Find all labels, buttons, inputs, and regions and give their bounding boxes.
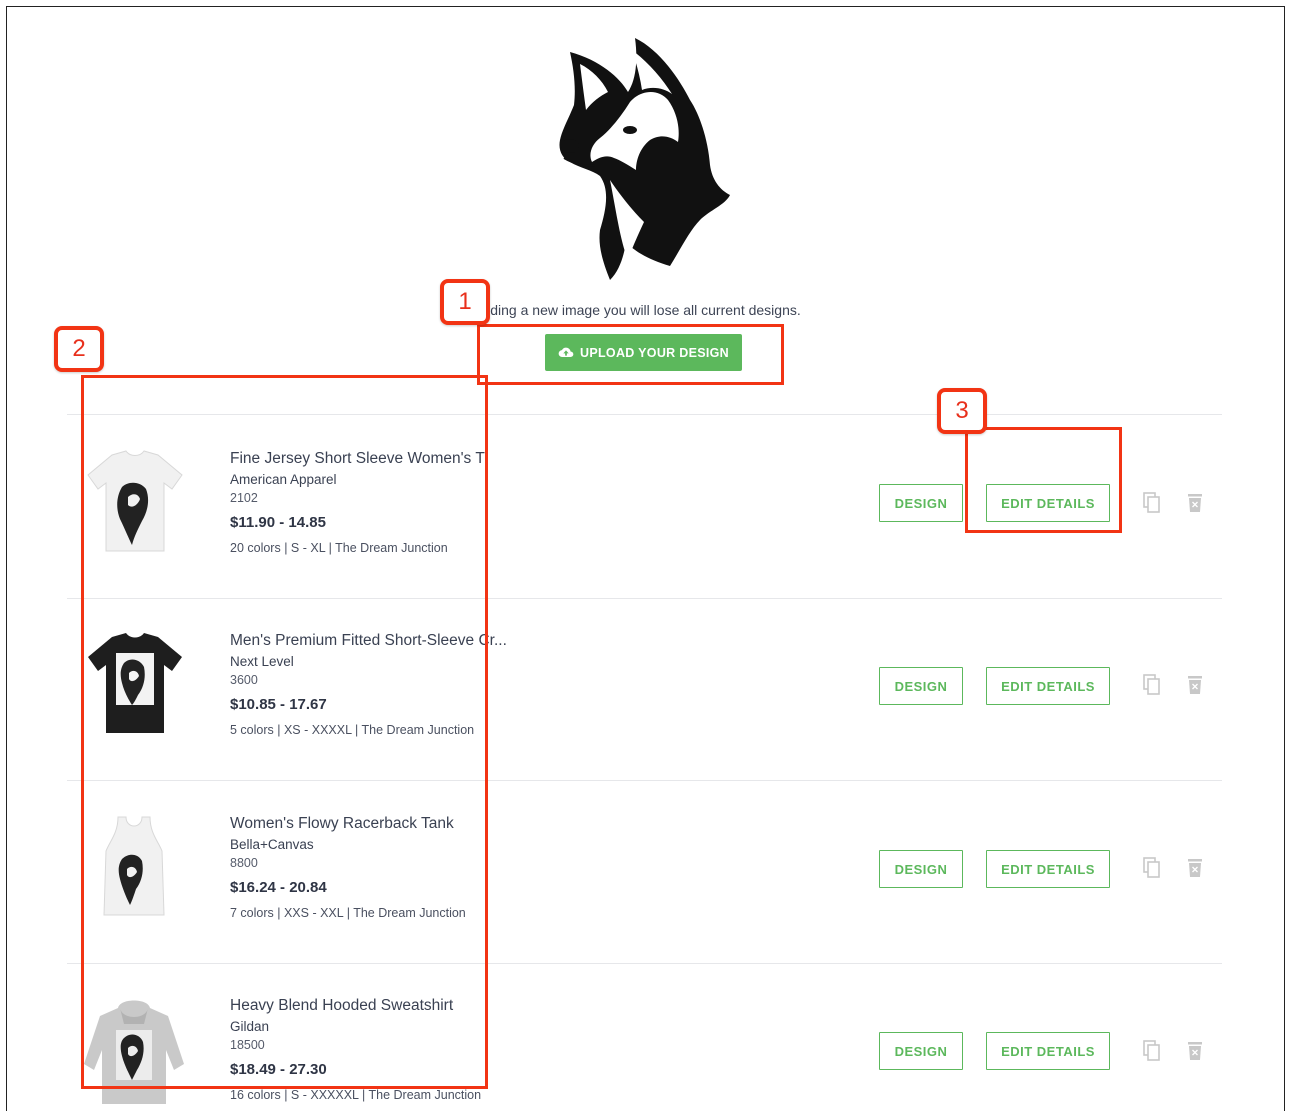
edit-details-button[interactable]: EDIT DETAILS [986, 1032, 1110, 1070]
trash-icon[interactable] [1185, 674, 1205, 696]
copy-icon[interactable] [1142, 1040, 1162, 1062]
callout-badge-1: 1 [440, 279, 490, 325]
callout-badge-2: 2 [54, 326, 104, 372]
trash-icon[interactable] [1185, 492, 1205, 514]
upload-warning-text: ding a new image you will lose all curre… [490, 302, 801, 318]
callout-box-edit-details [965, 427, 1122, 533]
callout-box-upload [477, 324, 784, 385]
trash-icon[interactable] [1185, 857, 1205, 879]
edit-details-button[interactable]: EDIT DETAILS [986, 667, 1110, 705]
copy-icon[interactable] [1142, 492, 1162, 514]
design-button[interactable]: DESIGN [879, 850, 963, 888]
design-button[interactable]: DESIGN [879, 484, 963, 522]
copy-icon[interactable] [1142, 674, 1162, 696]
husky-design-preview [559, 38, 730, 280]
copy-icon[interactable] [1142, 857, 1162, 879]
design-button[interactable]: DESIGN [879, 667, 963, 705]
edit-details-button[interactable]: EDIT DETAILS [986, 850, 1110, 888]
design-button[interactable]: DESIGN [879, 1032, 963, 1070]
callout-box-products [81, 375, 488, 1089]
product-meta: 16 colors | S - XXXXXL | The Dream Junct… [230, 1088, 482, 1102]
callout-badge-3: 3 [937, 388, 987, 434]
trash-icon[interactable] [1185, 1040, 1205, 1062]
